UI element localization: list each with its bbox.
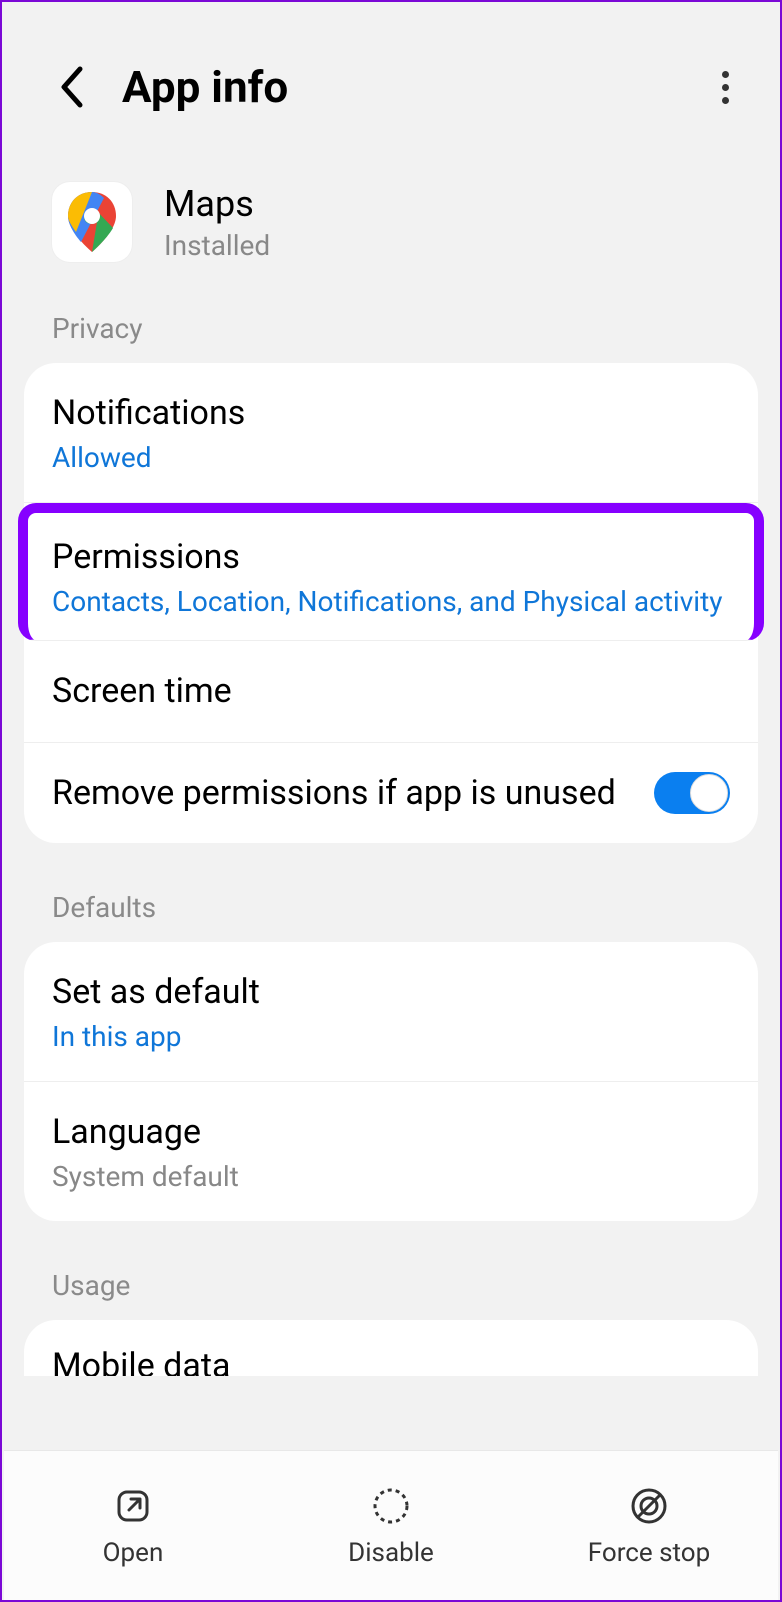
language-title: Language [52,1110,730,1154]
set-as-default-row[interactable]: Set as default In this app [24,942,758,1082]
force-stop-label: Force stop [588,1538,710,1568]
set-as-default-title: Set as default [52,970,730,1014]
section-header-defaults: Defaults [2,881,780,942]
remove-permissions-title: Remove permissions if app is unused [52,771,654,815]
back-button[interactable] [52,67,92,107]
open-label: Open [103,1538,164,1568]
permissions-row[interactable]: Permissions Contacts, Location, Notifica… [18,503,764,641]
chevron-left-icon [58,65,86,109]
remove-permissions-toggle[interactable] [654,772,730,814]
permissions-summary: Contacts, Location, Notifications, and P… [52,585,730,618]
screen-time-row[interactable]: Screen time [24,641,758,742]
open-button[interactable]: Open [4,1451,262,1600]
force-stop-icon [627,1484,671,1528]
mobile-data-title: Mobile data [52,1344,730,1376]
app-name: Maps [164,183,270,225]
section-header-usage: Usage [2,1259,780,1320]
notifications-row[interactable]: Notifications Allowed [24,363,758,503]
notifications-status: Allowed [52,441,730,474]
screen-time-title: Screen time [52,669,730,713]
language-summary: System default [52,1160,730,1193]
more-options-button[interactable] [710,67,750,107]
header: App info [2,2,780,152]
app-icon [52,182,132,262]
notifications-title: Notifications [52,391,730,435]
remove-permissions-row[interactable]: Remove permissions if app is unused [24,743,758,843]
force-stop-button[interactable]: Force stop [520,1451,778,1600]
google-maps-icon [66,192,118,252]
app-summary: Maps Installed [2,152,780,302]
app-install-status: Installed [164,229,270,262]
more-vertical-icon [722,71,729,78]
mobile-data-row[interactable]: Mobile data [24,1320,758,1376]
set-as-default-summary: In this app [52,1020,730,1053]
bottom-action-bar: Open Disable Force stop [4,1450,778,1600]
language-row[interactable]: Language System default [24,1082,758,1221]
privacy-card: Notifications Allowed Permissions Contac… [24,363,758,843]
disable-icon [369,1484,413,1528]
defaults-card: Set as default In this app Language Syst… [24,942,758,1221]
disable-label: Disable [348,1538,434,1568]
open-icon [111,1484,155,1528]
disable-button[interactable]: Disable [262,1451,520,1600]
section-header-privacy: Privacy [2,302,780,363]
permissions-title: Permissions [52,535,730,579]
page-title: App info [122,61,288,113]
toggle-knob [690,774,728,812]
